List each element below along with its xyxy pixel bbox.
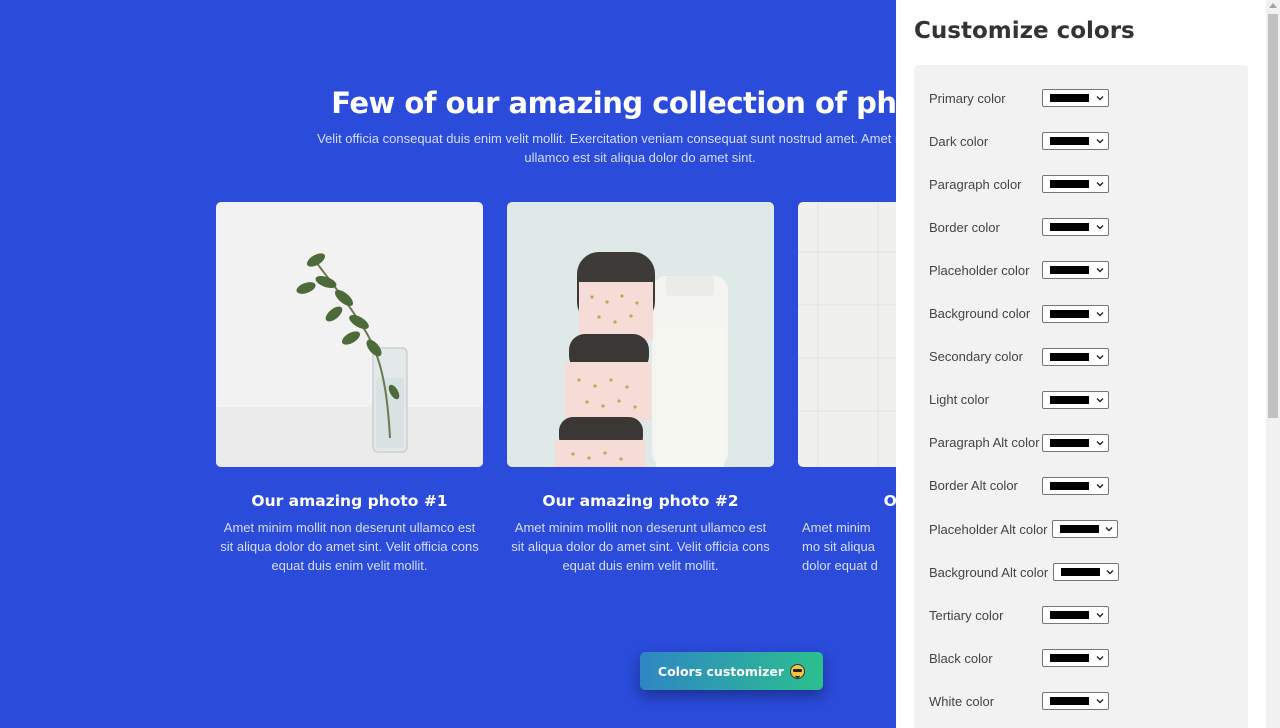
color-row-label: Paragraph color <box>929 176 1022 192</box>
card-text: Amet minim mollit non deserunt ullamco e… <box>511 520 770 573</box>
color-row-label: Background Alt color <box>929 564 1049 580</box>
color-swatch-chip <box>1050 654 1089 663</box>
chevron-down-icon <box>1105 527 1113 532</box>
color-select[interactable] <box>1052 520 1118 538</box>
color-row-label: Border Alt color <box>929 478 1018 494</box>
color-select[interactable] <box>1042 89 1109 107</box>
color-row: Placeholder color <box>929 260 1029 280</box>
colors-customizer-button[interactable]: Colors customizer <box>640 652 823 690</box>
color-select[interactable] <box>1042 218 1109 237</box>
color-select[interactable] <box>1042 261 1109 280</box>
scrollbar-thumb[interactable] <box>1268 14 1278 418</box>
color-row: Background Alt color <box>929 562 1048 582</box>
color-swatch-chip <box>1050 352 1089 361</box>
color-swatch-chip <box>1060 525 1099 533</box>
color-row: Dark color <box>929 131 988 151</box>
color-row-label: Black color <box>929 650 993 666</box>
customizer-drawer: Customize colors Primary color Dark color… <box>896 0 1266 728</box>
page-subtitle: Velit officia consequat duis enim velit … <box>317 131 963 165</box>
chevron-down-icon <box>1096 440 1104 446</box>
photo-plant-in-jar <box>216 202 483 467</box>
color-row: Black color <box>929 648 993 668</box>
card-title: Our amazing photo #1 <box>251 492 448 510</box>
chevron-down-icon <box>1096 483 1104 489</box>
color-select[interactable] <box>1042 390 1109 409</box>
color-row-label: Primary color <box>929 90 1006 106</box>
color-select[interactable] <box>1042 433 1109 452</box>
color-row-label: Secondary color <box>929 349 1023 365</box>
color-swatch-chip <box>1061 568 1100 577</box>
drawer-title: Customize colors <box>914 18 1135 44</box>
chevron-down-icon <box>1096 354 1104 360</box>
color-swatch-chip <box>1050 137 1089 146</box>
color-swatch-chip <box>1050 697 1089 706</box>
color-select[interactable] <box>1042 476 1109 495</box>
fab-label: Colors customizer <box>657 663 785 679</box>
color-row-label: Background color <box>929 306 1031 321</box>
color-select[interactable] <box>1042 606 1109 625</box>
color-row: Border Alt color <box>929 476 1018 496</box>
color-row: Border color <box>929 217 1000 237</box>
chevron-down-icon <box>1096 656 1104 661</box>
color-swatch-chip <box>1050 611 1089 620</box>
chevron-down-icon <box>1096 613 1104 618</box>
card-title: Our amazing photo #2 <box>542 492 739 510</box>
color-swatch-chip <box>1050 309 1089 318</box>
color-swatch-chip <box>1050 395 1089 404</box>
scrollbar[interactable] <box>1266 0 1280 728</box>
scroll-up-arrow-icon[interactable] <box>1269 3 1277 8</box>
color-settings-panel: Primary color Dark color Paragraph color Bo… <box>914 65 1248 728</box>
color-select[interactable] <box>1042 347 1109 366</box>
color-row: Tertiary color <box>929 605 1003 625</box>
color-row: Placeholder Alt color <box>929 519 1048 539</box>
color-select[interactable] <box>1042 304 1109 323</box>
chevron-down-icon <box>1096 311 1104 316</box>
color-row: Background color <box>929 304 1030 324</box>
color-row-label: White color <box>929 693 995 709</box>
chevron-down-icon <box>1106 570 1114 575</box>
color-select[interactable] <box>1042 175 1109 194</box>
color-swatch-chip <box>1050 481 1089 490</box>
color-row-label: Light color <box>929 392 989 408</box>
chevron-down-icon <box>1096 268 1104 273</box>
color-select[interactable] <box>1042 692 1109 711</box>
chevron-down-icon <box>1096 96 1104 101</box>
chevron-down-icon <box>1096 397 1104 403</box>
card-text: Amet minim mo sit aliqua dolor equat d <box>802 520 878 573</box>
color-swatch-chip <box>1050 266 1089 275</box>
color-row-label: Border color <box>929 219 1000 235</box>
chevron-down-icon <box>1096 182 1104 187</box>
color-row: Primary color <box>929 88 1006 108</box>
color-row: Paragraph color <box>929 174 1022 194</box>
card-text: Amet minim mollit non deserunt ullamco e… <box>220 520 479 573</box>
color-swatch-chip <box>1050 180 1089 189</box>
color-swatch-chip <box>1050 223 1089 232</box>
color-row: Secondary color <box>929 347 1023 367</box>
page: Few of our amazing collection of photo V… <box>0 0 1280 728</box>
chevron-down-icon <box>1096 699 1104 704</box>
color-row-label: Placeholder Alt color <box>929 521 1048 537</box>
color-row-label: Placeholder color <box>929 262 1030 278</box>
sunglasses-emoji-icon <box>790 663 806 679</box>
color-row-label: Tertiary color <box>929 607 1004 623</box>
color-row: Paragraph Alt color <box>929 433 1040 453</box>
color-row-label: Dark color <box>929 133 989 149</box>
photo-muffins-and-milk <box>507 202 774 467</box>
color-select[interactable] <box>1042 132 1109 151</box>
chevron-down-icon <box>1096 225 1104 230</box>
color-row: Light color <box>929 390 989 410</box>
chevron-down-icon <box>1096 139 1104 144</box>
color-swatch-chip <box>1050 438 1089 447</box>
color-select[interactable] <box>1053 563 1119 582</box>
color-row-label: Paragraph Alt color <box>929 435 1040 451</box>
color-row: White color <box>929 691 994 711</box>
color-swatch-chip <box>1050 94 1089 102</box>
color-select[interactable] <box>1042 649 1109 668</box>
